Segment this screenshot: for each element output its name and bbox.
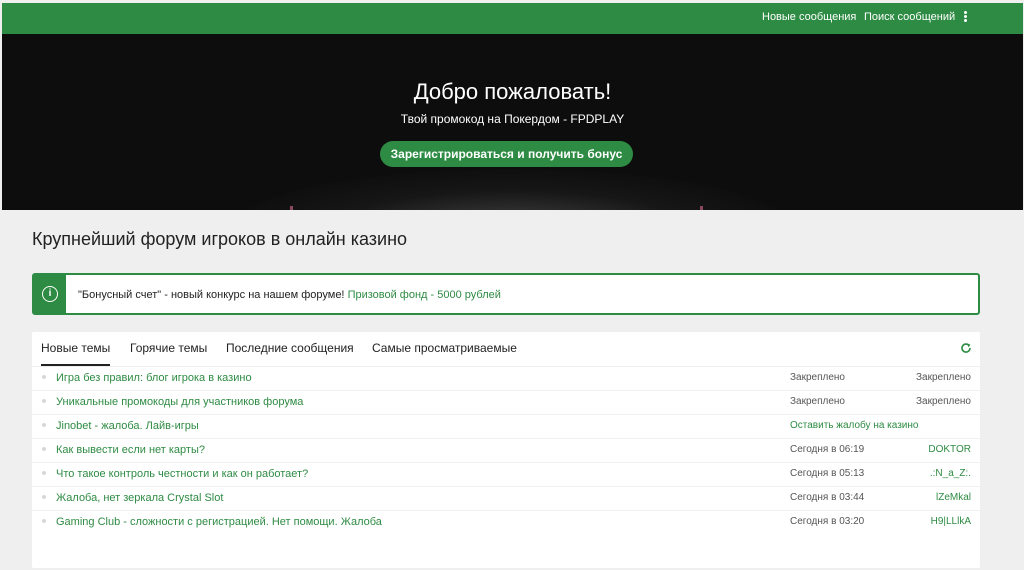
bullet-icon: [42, 375, 46, 379]
topic-author: Закреплено: [916, 372, 971, 383]
contest-notice: i "Бонусный счет" - новый конкурс на наш…: [32, 273, 980, 315]
info-icon: i: [42, 286, 58, 302]
topic-author[interactable]: .:N_a_Z:.: [930, 468, 971, 479]
topic-title[interactable]: Gaming Club - сложности с регистрацией. …: [56, 516, 382, 528]
bullet-icon: [42, 471, 46, 475]
complain-casino-link[interactable]: Оставить жалобу на казино: [790, 420, 918, 431]
welcome-title: Добро пожаловать!: [413, 79, 612, 104]
topic-author[interactable]: H9|LLlkA: [931, 516, 971, 527]
topic-title[interactable]: Что такое контроль честности и как он ра…: [56, 468, 308, 480]
prize-fund-link[interactable]: Призовой фонд - 5000 рублей: [348, 289, 501, 301]
bullet-icon: [42, 519, 46, 523]
topic-row: Jinobet - жалоба. Лайв-игры Оставить жал…: [32, 415, 980, 439]
search-messages-link[interactable]: Поиск сообщений: [864, 11, 955, 23]
promo-code-text: Твой промокод на Покердом - FPDPLAY: [400, 112, 625, 126]
topic-time: Сегодня в 06:19: [790, 444, 865, 455]
topic-title[interactable]: Как вывести если нет карты?: [56, 444, 205, 456]
topic-title[interactable]: Жалоба, нет зеркала Crystal Slot: [56, 492, 223, 504]
topic-title[interactable]: Jinobet - жалоба. Лайв-игры: [56, 420, 199, 432]
topic-time: Сегодня в 05:13: [790, 468, 865, 479]
topic-row: Как вывести если нет карты? Сегодня в 06…: [32, 439, 980, 463]
topic-row: Уникальные промокоды для участников фору…: [32, 391, 980, 415]
notice-message: "Бонусный счет" - новый конкурс на нашем…: [78, 289, 345, 301]
topic-author[interactable]: DOKTOR: [928, 444, 971, 455]
new-messages-link[interactable]: Новые сообщения: [762, 11, 856, 23]
topic-title[interactable]: Уникальные промокоды для участников фору…: [56, 396, 303, 408]
vertical-dots-icon[interactable]: [964, 11, 968, 25]
tab-latest-messages[interactable]: Последние сообщения: [226, 341, 354, 355]
bullet-icon: [42, 447, 46, 451]
banner-decoration: [290, 206, 293, 210]
topic-row: Что такое контроль честности и как он ра…: [32, 463, 980, 487]
topic-author[interactable]: lZeMkal: [936, 492, 971, 503]
topics-panel: Новые темы Горячие темы Последние сообще…: [32, 332, 980, 568]
tab-hot-topics[interactable]: Горячие темы: [130, 341, 207, 355]
top-navigation-bar: Новые сообщения Поиск сообщений: [2, 3, 1023, 34]
topic-row: Жалоба, нет зеркала Crystal Slot Сегодня…: [32, 487, 980, 511]
topics-tabs: Новые темы Горячие темы Последние сообще…: [32, 332, 980, 367]
notice-text: "Бонусный счет" - новый конкурс на нашем…: [78, 289, 501, 301]
refresh-icon[interactable]: [960, 342, 972, 354]
notice-icon-box: i: [34, 275, 66, 313]
tab-new-topics[interactable]: Новые темы: [41, 341, 111, 366]
tab-most-viewed[interactable]: Самые просматриваемые: [372, 341, 517, 355]
banner-glow: [232, 169, 792, 210]
topic-row: Gaming Club - сложности с регистрацией. …: [32, 511, 980, 535]
topic-status: Закреплено: [790, 372, 845, 383]
banner-decoration: [700, 206, 703, 210]
bullet-icon: [42, 495, 46, 499]
bullet-icon: [42, 423, 46, 427]
welcome-banner: Добро пожаловать! Твой промокод на Покер…: [2, 34, 1023, 210]
topic-status: Закреплено: [790, 396, 845, 407]
topic-author: Закреплено: [916, 396, 971, 407]
topic-time: Сегодня в 03:20: [790, 516, 865, 527]
register-bonus-button[interactable]: Зарегистрироваться и получить бонус: [380, 141, 633, 167]
page-title: Крупнейший форум игроков в онлайн казино: [32, 229, 408, 249]
bullet-icon: [42, 399, 46, 403]
topic-time: Сегодня в 03:44: [790, 492, 865, 503]
topic-row: Игра без правил: блог игрока в казино За…: [32, 367, 980, 391]
topic-title[interactable]: Игра без правил: блог игрока в казино: [56, 372, 252, 384]
